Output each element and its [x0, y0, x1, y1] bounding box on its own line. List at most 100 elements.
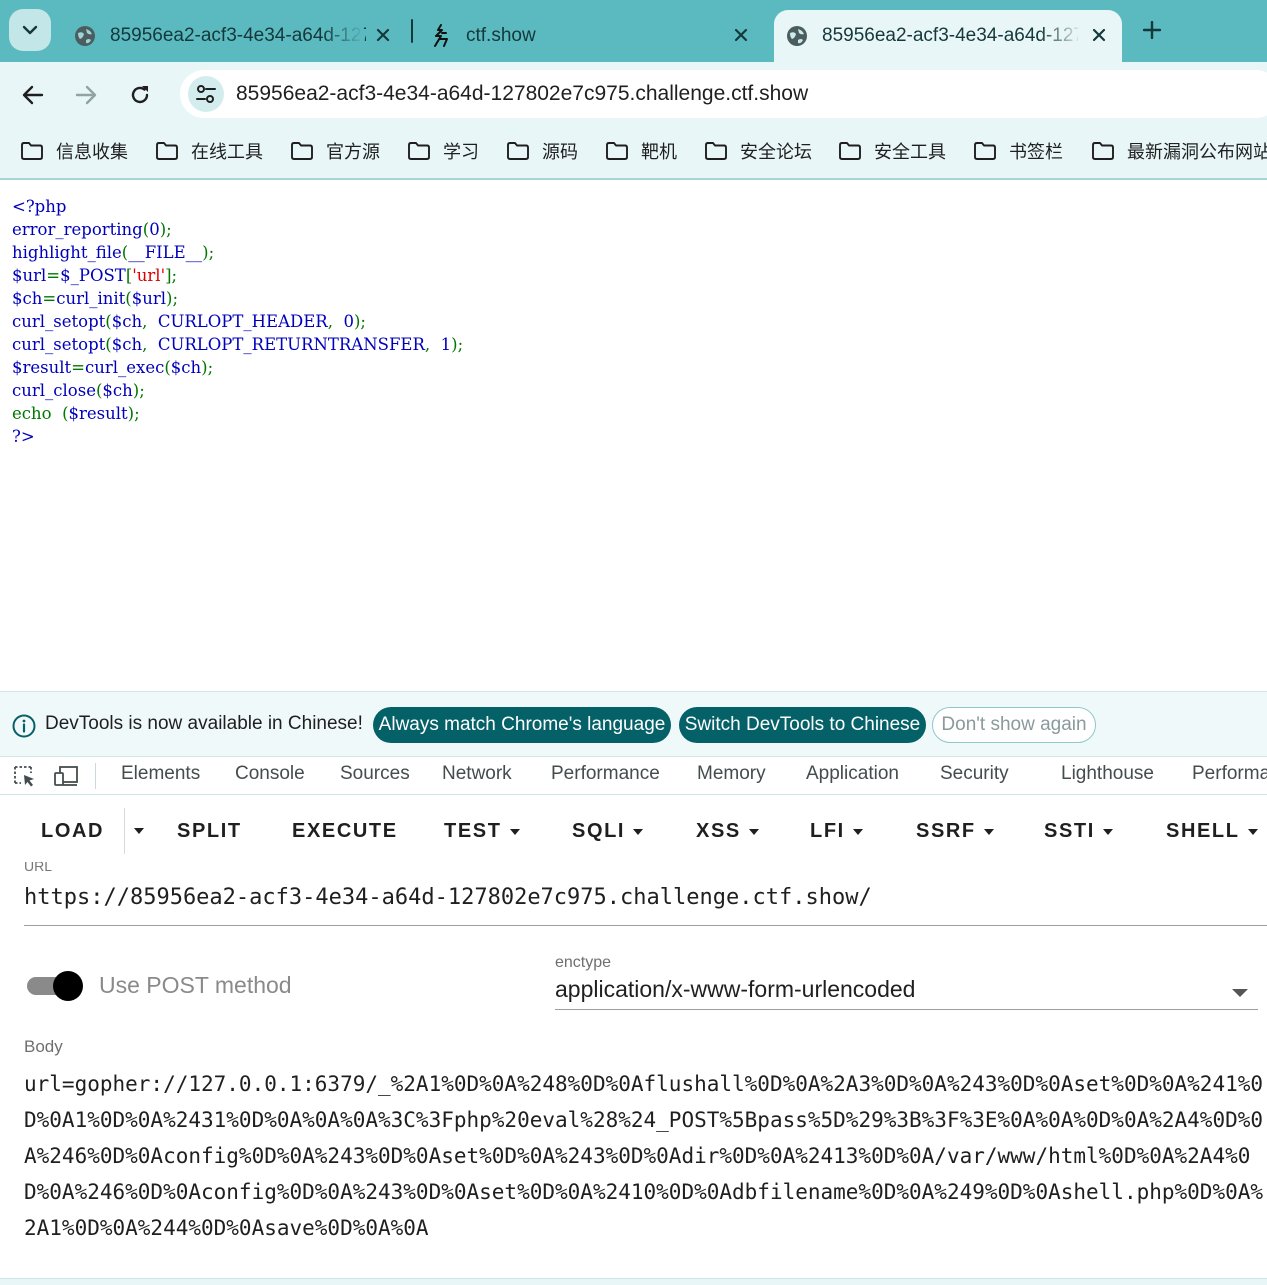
tab-sources[interactable]: Sources [340, 763, 410, 785]
globe-icon [786, 25, 808, 47]
tab-title: ctf.show [466, 25, 536, 46]
post-method-toggle[interactable] [26, 971, 86, 1001]
code-token: ]; [165, 266, 178, 285]
bookmark-label: 学习 [443, 142, 479, 162]
code-token: curl_setopt [12, 312, 106, 331]
code-token: , [142, 335, 158, 354]
bookmark-label: 最新漏洞公布网站 [1127, 142, 1267, 162]
code-token: = [42, 289, 57, 308]
tab-ctfshow[interactable]: ctf.show [418, 10, 758, 62]
close-icon[interactable] [1086, 22, 1112, 48]
bookmark-item[interactable]: 信息收集 [20, 138, 128, 164]
code-line: $url=$_POST['url']; [12, 264, 463, 287]
execute-label: EXECUTE [292, 820, 398, 842]
device-toolbar-icon[interactable] [53, 764, 79, 788]
close-icon[interactable] [728, 22, 754, 48]
php-source-code: <?php error_reporting(0); highlight_file(_… [12, 195, 463, 448]
site-info-button[interactable] [188, 76, 224, 112]
code-token: $ch [170, 358, 202, 377]
address-text[interactable]: 85956ea2-acf3-4e34-a64d-127802e7c975.cha… [236, 82, 808, 106]
reload-button[interactable] [121, 76, 159, 114]
code-token: $ch [111, 312, 143, 331]
address-bar[interactable]: 85956ea2-acf3-4e34-a64d-127802e7c975.cha… [180, 70, 1267, 118]
caret-down-icon [1247, 828, 1258, 835]
back-button[interactable] [14, 76, 52, 114]
body-textarea[interactable]: url=gopher://127.0.0.1:6379/_%2A1%0D%0A%… [24, 1066, 1264, 1246]
sqli-menu-button[interactable]: SQLI [572, 820, 644, 843]
bookmark-item[interactable]: 源码 [506, 138, 578, 164]
code-line: ?> [12, 425, 463, 448]
code-token: CURLOPT_RETURNTRANSFER [157, 335, 425, 354]
code-token: ?> [12, 427, 35, 446]
tab-elements[interactable]: Elements [121, 763, 200, 785]
tab-network[interactable]: Network [442, 763, 512, 785]
tab-performance-insights[interactable]: Performance insights [1192, 763, 1267, 785]
ssti-menu-button[interactable]: SSTI [1044, 820, 1113, 843]
bookmark-item[interactable]: 官方源 [290, 138, 380, 164]
load-button[interactable]: LOAD [41, 820, 104, 843]
always-match-language-button[interactable]: Always match Chrome's language [373, 707, 671, 743]
bookmark-item[interactable]: 安全工具 [838, 138, 946, 164]
bookmark-item[interactable]: 书签栏 [973, 138, 1063, 164]
forward-button[interactable] [67, 76, 105, 114]
lfi-label: LFI [810, 820, 845, 842]
code-token: $ch [102, 381, 133, 400]
xss-menu-button[interactable]: XSS [696, 820, 759, 843]
tab-search-button[interactable] [9, 9, 51, 51]
code-token: curl_setopt [12, 335, 106, 354]
body-label: Body [24, 1037, 63, 1056]
tab-console[interactable]: Console [235, 763, 305, 785]
code-token: ); [202, 243, 215, 262]
code-line: echo ($result); [12, 402, 463, 425]
bookmark-label: 信息收集 [56, 142, 128, 162]
bookmark-item[interactable]: 安全论坛 [704, 138, 812, 164]
caret-down-icon [852, 828, 863, 835]
reload-icon [131, 86, 149, 104]
load-label: LOAD [41, 820, 105, 842]
panel-bottom-edge [0, 1278, 1267, 1285]
bookmark-label: 安全论坛 [740, 142, 812, 162]
enctype-select[interactable]: application/x-www-form-urlencoded [555, 976, 1258, 1010]
arrow-left-icon [22, 85, 44, 105]
bookmark-label: 书签栏 [1009, 142, 1063, 162]
code-token: , [142, 312, 158, 331]
code-line: $ch=curl_init($url); [12, 287, 463, 310]
new-tab-button[interactable] [1137, 15, 1167, 45]
test-menu-button[interactable]: TEST [444, 820, 520, 843]
globe-icon [74, 25, 96, 47]
bookmark-item[interactable]: 在线工具 [155, 138, 263, 164]
load-options-caret-icon[interactable] [133, 826, 145, 836]
tab-performance[interactable]: Performance [551, 763, 660, 785]
inspect-element-icon[interactable] [12, 764, 38, 788]
code-token: highlight_file [12, 243, 122, 262]
split-button[interactable]: SPLIT [177, 820, 242, 843]
bookmark-item[interactable]: 最新漏洞公布网站 [1091, 138, 1267, 164]
code-token: $url [131, 289, 167, 308]
code-line: curl_setopt($ch, CURLOPT_RETURNTRANSFER,… [12, 333, 463, 356]
url-input[interactable]: https://85956ea2-acf3-4e34-a64d-127802e7… [24, 885, 1267, 926]
execute-button[interactable]: EXECUTE [292, 820, 398, 843]
folder-icon [21, 142, 43, 160]
folder-icon [705, 142, 727, 160]
lfi-menu-button[interactable]: LFI [810, 820, 863, 843]
devtools-divider [95, 763, 96, 789]
browser-toolbar: 85956ea2-acf3-4e34-a64d-127802e7c975.cha… [0, 62, 1267, 126]
code-line: <?php [12, 195, 463, 218]
dont-show-again-button[interactable]: Don't show again [932, 707, 1096, 743]
bookmark-item[interactable]: 学习 [407, 138, 479, 164]
ssrf-menu-button[interactable]: SSRF [916, 820, 994, 843]
tab-memory[interactable]: Memory [697, 763, 766, 785]
code-token: <?php [12, 197, 67, 216]
code-token: $_POST [60, 266, 126, 285]
devtools-language-infobar: DevTools is now available in Chinese! Al… [0, 691, 1267, 757]
tab-lighthouse[interactable]: Lighthouse [1061, 763, 1154, 785]
code-token: , [327, 312, 344, 331]
tab-separator [411, 19, 413, 43]
tab-security[interactable]: Security [940, 763, 1009, 785]
caret-down-icon [509, 828, 520, 835]
bookmark-item[interactable]: 靶机 [605, 138, 677, 164]
shell-menu-button[interactable]: SHELL [1166, 820, 1258, 843]
switch-to-chinese-button[interactable]: Switch DevTools to Chinese [679, 707, 926, 743]
tab-application[interactable]: Application [806, 763, 899, 785]
close-icon[interactable] [370, 22, 396, 48]
